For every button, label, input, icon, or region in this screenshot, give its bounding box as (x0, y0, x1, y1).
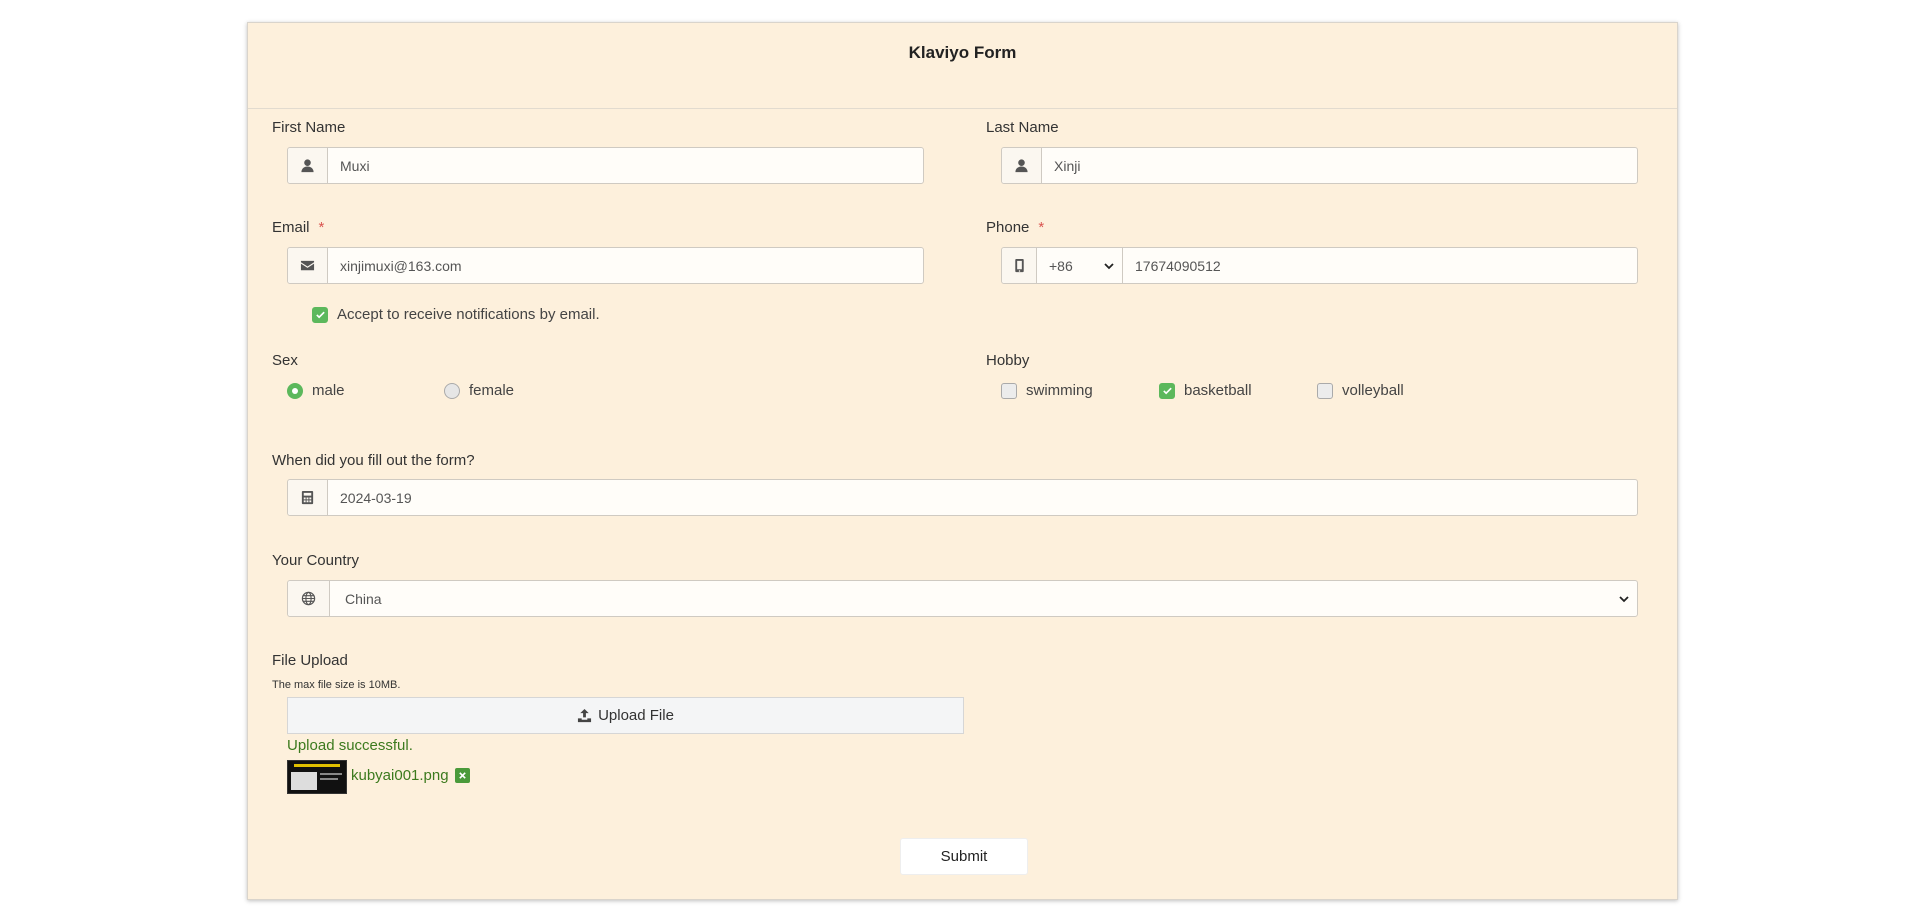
mobile-icon (1002, 248, 1037, 283)
email-input[interactable]: xinjimuxi@163.com (328, 248, 923, 283)
date-group: 2024-03-19 (287, 479, 1638, 516)
first-name-input[interactable]: Muxi (328, 148, 923, 183)
check-icon (315, 311, 325, 319)
chevron-down-icon (1619, 591, 1629, 607)
uploaded-file-name[interactable]: kubyai001.png (351, 767, 449, 784)
form-title: Klaviyo Form (908, 43, 1017, 62)
check-icon (1162, 387, 1172, 395)
sex-option-label: male (312, 382, 345, 399)
notify-option[interactable]: Accept to receive notifications by email… (312, 306, 600, 323)
user-icon (288, 148, 328, 183)
last-name-label: Last Name (986, 119, 1059, 136)
country-select-value: China (345, 590, 382, 607)
email-group: xinjimuxi@163.com (287, 247, 924, 284)
phone-label-text: Phone (986, 219, 1030, 236)
envelope-icon (288, 248, 328, 283)
email-label-text: Email (272, 219, 310, 236)
upload-status: Upload successful. (287, 737, 413, 754)
submit-button[interactable]: Submit (900, 838, 1028, 875)
country-select[interactable]: China (330, 581, 1637, 616)
file-upload-hint: The max file size is 10MB. (272, 679, 401, 691)
sex-label: Sex (272, 352, 298, 369)
country-label: Your Country (272, 552, 359, 569)
required-mark: * (318, 219, 325, 236)
hobby-option-basketball[interactable]: basketball (1159, 382, 1252, 399)
radio-button[interactable] (444, 382, 460, 399)
phone-label: Phone * (986, 219, 1044, 236)
hobby-checkbox[interactable] (1001, 382, 1017, 399)
form-header: Klaviyo Form (248, 23, 1677, 109)
file-thumbnail (287, 760, 347, 794)
hobby-option-swimming[interactable]: swimming (1001, 382, 1093, 399)
email-label: Email * (272, 219, 324, 236)
remove-file-icon[interactable] (455, 768, 470, 783)
hobby-option-label: volleyball (1342, 382, 1404, 399)
user-icon (1002, 148, 1042, 183)
phone-group: +86 17674090512 (1001, 247, 1638, 284)
sex-option-female[interactable]: female (444, 382, 514, 399)
file-upload-label: File Upload (272, 652, 348, 669)
upload-button-label: Upload File (598, 707, 674, 724)
sex-option-label: female (469, 382, 515, 399)
hobby-checkbox[interactable] (1159, 382, 1175, 399)
last-name-input[interactable]: Xinji (1042, 148, 1637, 183)
first-name-group: Muxi (287, 147, 924, 184)
last-name-group: Xinji (1001, 147, 1638, 184)
notify-label: Accept to receive notifications by email… (337, 306, 600, 323)
required-mark: * (1038, 219, 1045, 236)
hobby-option-label: basketball (1184, 382, 1252, 399)
date-label: When did you fill out the form? (272, 452, 475, 469)
upload-file-button[interactable]: Upload File (287, 697, 964, 734)
country-group: China (287, 580, 1638, 617)
hobby-option-volleyball[interactable]: volleyball (1317, 382, 1404, 399)
radio-button[interactable] (287, 382, 303, 399)
calculator-icon (288, 480, 328, 515)
notify-checkbox[interactable] (312, 306, 328, 323)
country-code-select[interactable]: +86 (1037, 248, 1123, 283)
hobby-checkbox[interactable] (1317, 382, 1333, 399)
country-code-value: +86 (1049, 257, 1073, 274)
upload-icon (578, 708, 592, 723)
phone-input[interactable]: 17674090512 (1123, 248, 1637, 283)
sex-option-male[interactable]: male (287, 382, 345, 399)
date-input[interactable]: 2024-03-19 (328, 480, 1637, 515)
globe-icon (288, 581, 330, 616)
chevron-down-icon (1104, 258, 1114, 274)
first-name-label: First Name (272, 119, 346, 136)
hobby-option-label: swimming (1026, 382, 1093, 399)
hobby-label: Hobby (986, 352, 1030, 369)
